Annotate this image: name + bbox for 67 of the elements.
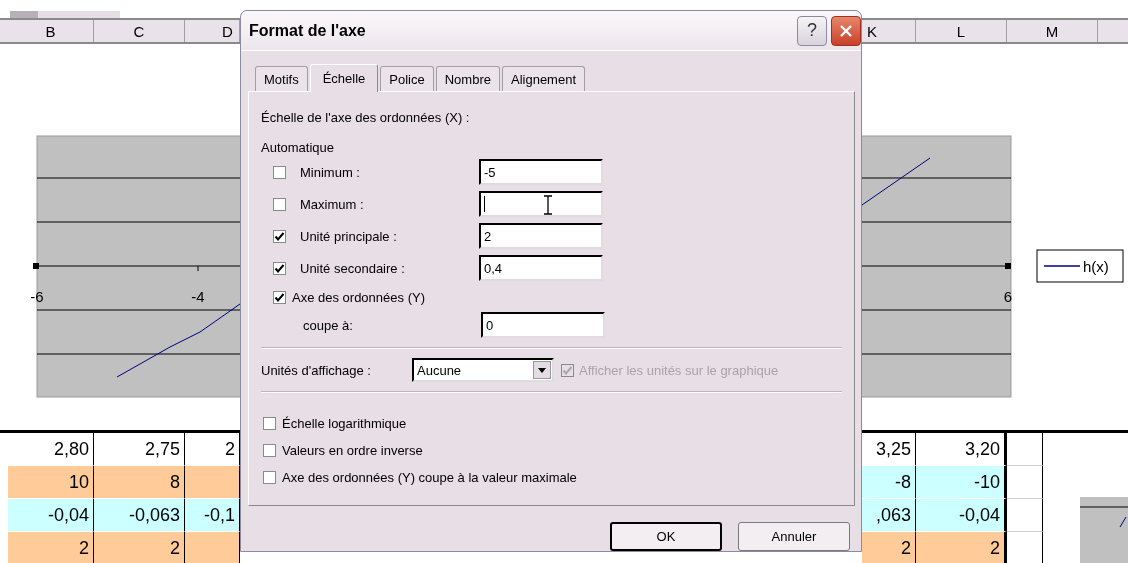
- close-button[interactable]: [831, 15, 861, 46]
- caret-icon: [538, 367, 546, 373]
- checkbox-label: Afficher les unités sur le graphique: [579, 362, 779, 378]
- table-cell: -0,04: [8, 499, 94, 532]
- table-cell: -0,1: [185, 499, 240, 532]
- field-label: Minimum :: [300, 164, 361, 180]
- input-field[interactable]: -5: [479, 159, 603, 185]
- input-field[interactable]: [479, 191, 603, 217]
- table-cell: -8: [862, 466, 916, 499]
- table-cell: [1007, 433, 1043, 466]
- help-button[interactable]: ?: [797, 15, 827, 46]
- table-cell: -0,04: [916, 499, 1007, 532]
- column-header[interactable]: C: [94, 20, 185, 42]
- tab[interactable]: Échelle: [309, 64, 379, 92]
- chart-drawing: [1080, 497, 1128, 563]
- checkbox[interactable]: [273, 165, 286, 179]
- checkbox-label: Axe des ordonnées (Y): [292, 289, 425, 305]
- close-icon: [839, 23, 853, 38]
- text-cursor-icon: [543, 195, 553, 215]
- tab[interactable]: Alignement: [502, 66, 586, 91]
- table-cell: 2: [916, 532, 1007, 563]
- checkbox-label: Axe des ordonnées (Y) coupe à la valeur maximale: [282, 470, 577, 485]
- section-heading: Échelle de l'axe des ordonnées (X) :: [261, 110, 471, 126]
- tab[interactable]: Motifs: [255, 66, 308, 91]
- table-cell: 8: [94, 466, 185, 499]
- checkbox[interactable]: [273, 197, 286, 211]
- input-field[interactable]: 0,4: [479, 255, 603, 281]
- table-cell: 2: [8, 532, 94, 563]
- field-label: Unité principale :: [300, 228, 398, 244]
- table-cell: -0,063: [94, 499, 185, 532]
- ok-button[interactable]: OK: [610, 522, 722, 551]
- selection-handle[interactable]: [1005, 263, 1011, 269]
- group-label: Automatique: [261, 140, 335, 156]
- table-cell: [1007, 466, 1043, 499]
- checkbox[interactable]: [273, 261, 286, 275]
- axis-label: -4: [191, 288, 205, 305]
- window-title: Format de l'axe: [249, 21, 367, 40]
- tab[interactable]: Nombre: [435, 66, 500, 91]
- field-label: coupe à:: [303, 317, 354, 333]
- axis-label: -6: [30, 288, 44, 305]
- checkbox[interactable]: [263, 417, 276, 430]
- table-cell: -10: [916, 466, 1007, 499]
- column-header[interactable]: B: [8, 20, 94, 42]
- checkbox[interactable]: [263, 471, 276, 484]
- column-header[interactable]: L: [916, 20, 1007, 42]
- field-label: Unité secondaire :: [300, 260, 406, 276]
- cancel-button[interactable]: Annuler: [738, 522, 850, 551]
- table-cell: ,063: [862, 499, 916, 532]
- table-cell: 2: [94, 532, 185, 563]
- tab[interactable]: Police: [380, 66, 434, 91]
- checkbox[interactable]: [273, 229, 286, 243]
- checkbox-label: Échelle logarithmique: [282, 416, 407, 431]
- checkbox[interactable]: [263, 444, 276, 457]
- checkbox-label: Valeurs en ordre inverse: [282, 443, 423, 458]
- checkbox[interactable]: [273, 290, 286, 304]
- table-cell: 2: [862, 532, 916, 563]
- table-cell: 10: [8, 466, 94, 499]
- selection-handle[interactable]: [33, 263, 39, 269]
- units-dropdown[interactable]: Aucune: [412, 358, 554, 382]
- input-field[interactable]: 0: [481, 312, 605, 338]
- table-cell: [1007, 499, 1043, 532]
- axis-label: 6: [1003, 288, 1013, 305]
- legend-label: h(x): [1083, 258, 1109, 275]
- input-field[interactable]: 2: [479, 223, 603, 249]
- field-label: Maximum :: [300, 196, 365, 212]
- field-label: Unités d'affichage :: [261, 362, 372, 378]
- column-header[interactable]: M: [1007, 20, 1098, 42]
